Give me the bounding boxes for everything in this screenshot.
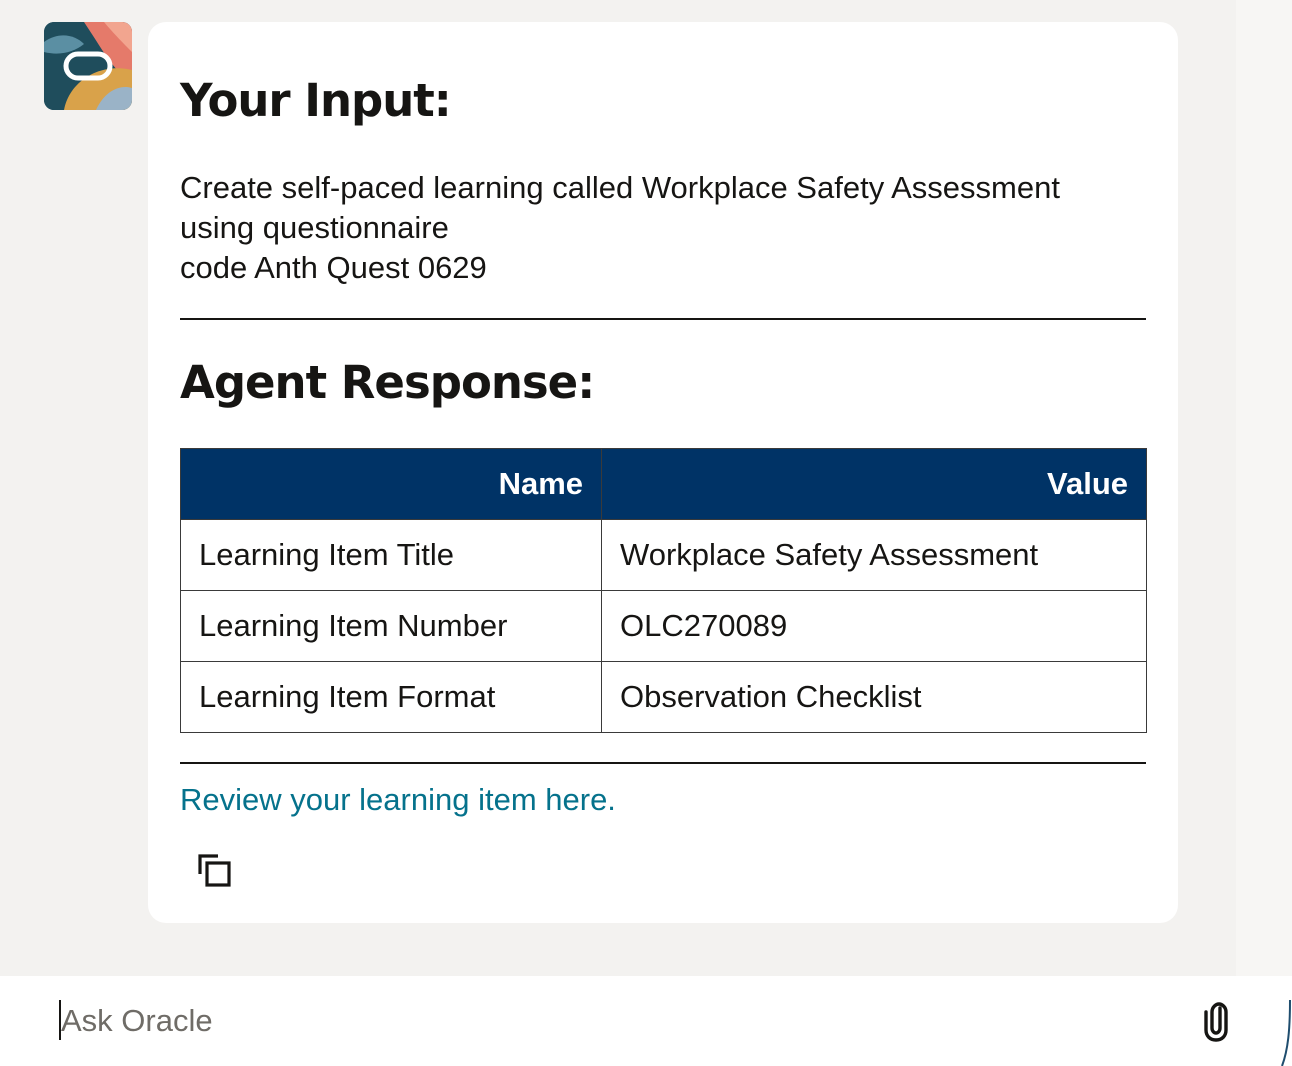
divider [180, 762, 1146, 764]
table-row: Learning Item Number OLC270089 [180, 590, 1147, 662]
review-learning-item-link[interactable]: Review your learning item here. [180, 782, 616, 818]
paperclip-icon [1204, 1002, 1228, 1042]
table-cell-name: Learning Item Format [180, 661, 602, 733]
table-cell-value: Observation Checklist [601, 661, 1147, 733]
table-cell-name: Learning Item Title [180, 519, 602, 591]
response-heading: Agent Response: [180, 356, 595, 409]
column-header-value: Value [601, 448, 1147, 520]
window-edge-mark [1281, 1000, 1291, 1066]
input-text: Create self-paced learning called Workpl… [180, 168, 1140, 288]
response-table: Name Value Learning Item Title Workplace… [180, 448, 1147, 733]
oracle-logo-icon [44, 22, 132, 110]
table-row: Learning Item Title Workplace Safety Ass… [180, 519, 1147, 591]
copy-button[interactable] [196, 852, 236, 892]
input-line: using questionnaire [180, 210, 449, 245]
table-header-row: Name Value [180, 448, 1147, 520]
input-line: Create self-paced learning called Workpl… [180, 170, 1060, 205]
attach-button[interactable] [1198, 1000, 1234, 1044]
input-line: code Anth Quest 0629 [180, 250, 487, 285]
ask-oracle-input[interactable] [58, 994, 1158, 1048]
divider [180, 318, 1146, 320]
table-row: Learning Item Format Observation Checkli… [180, 661, 1147, 733]
table-cell-name: Learning Item Number [180, 590, 602, 662]
table-cell-value: OLC270089 [601, 590, 1147, 662]
column-header-name: Name [180, 448, 602, 520]
input-heading: Your Input: [180, 74, 452, 127]
copy-icon [198, 854, 231, 887]
text-caret [59, 1000, 61, 1040]
composer-bar [0, 976, 1292, 1066]
table-cell-value: Workplace Safety Assessment [601, 519, 1147, 591]
right-edge-panel [1236, 0, 1292, 1066]
chat-message-card: Your Input: Create self-paced learning c… [148, 22, 1178, 923]
